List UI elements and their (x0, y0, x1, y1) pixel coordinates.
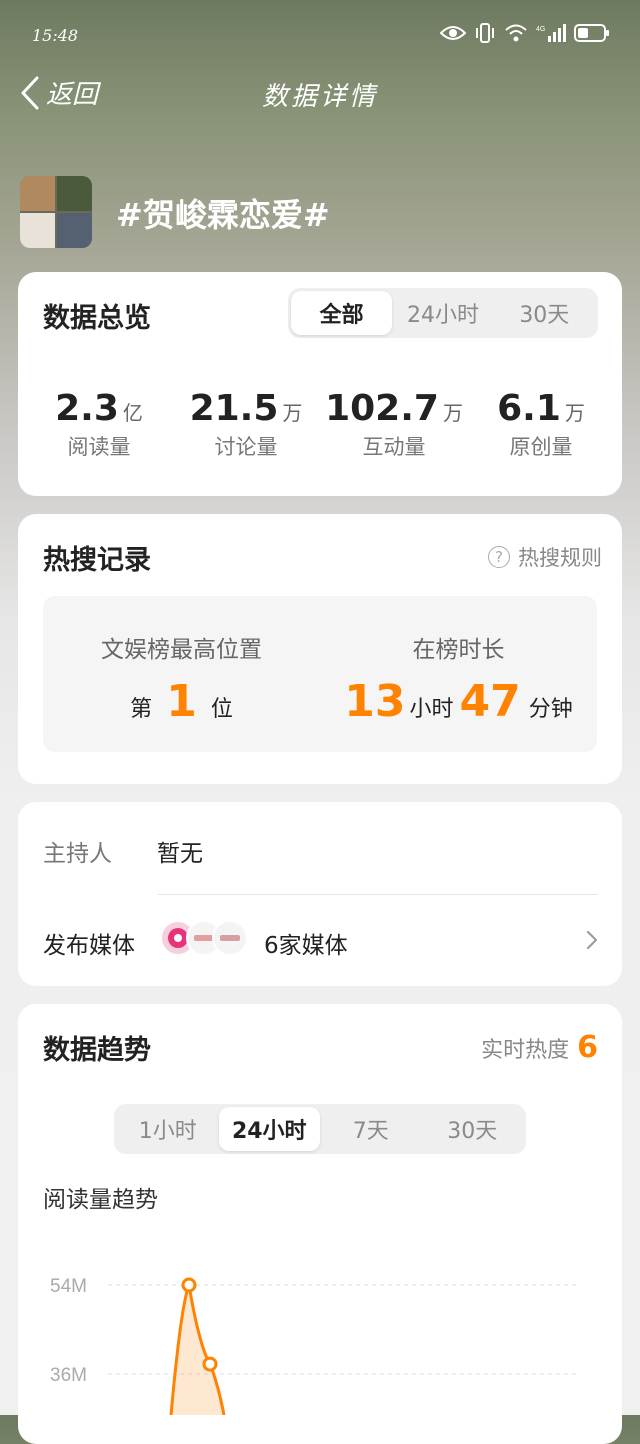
media-label: 发布媒体 (43, 933, 135, 959)
eye-icon (440, 26, 466, 40)
hot-search-summary: 文娱榜最高位置 第 1 位 在榜时长 13 小时 47 分钟 (43, 596, 597, 752)
hot-search-rules-link[interactable]: ? 热搜规则 (488, 542, 602, 572)
topic-title: #贺峻霖恋爱# (116, 196, 330, 234)
svg-text:4G: 4G (536, 26, 545, 33)
highest-position: 文娱榜最高位置 第 1 位 (43, 596, 320, 752)
duration-minutes-unit: 分钟 (528, 697, 573, 722)
stat-unit: 万 (282, 401, 303, 425)
on-list-duration: 在榜时长 13 小时 47 分钟 (320, 596, 597, 752)
duration-hours-unit: 小时 (409, 697, 454, 722)
stat-label: 讨论量 (214, 435, 278, 459)
hot-search-title: 热搜记录 (43, 545, 151, 576)
highest-label: 文娱榜最高位置 (101, 637, 262, 663)
overview-title: 数据总览 (43, 303, 151, 334)
stat-unit: 万 (442, 401, 463, 425)
stat-value: 2.3 (55, 388, 119, 429)
tab-7d[interactable]: 7天 (320, 1107, 422, 1151)
tab-24h[interactable]: 24小时 (392, 291, 493, 335)
info-card: 主持人 暂无 发布媒体 6家媒体 (18, 802, 622, 986)
overview-card: 数据总览 全部 24小时 30天 2.3 亿 阅读量 21.5 万 讨论量 102.… (18, 272, 622, 496)
host-row: 主持人 暂无 (43, 834, 203, 868)
stat-reads: 2.3 亿 阅读量 (24, 388, 174, 461)
tab-24h[interactable]: 24小时 (218, 1107, 320, 1151)
tab-all[interactable]: 全部 (291, 291, 393, 335)
stat-interactions: 102.7 万 互动量 (319, 388, 469, 461)
status-icons: 4G (440, 22, 610, 44)
media-avatar (212, 920, 248, 956)
highest-suffix: 位 (210, 697, 233, 722)
tab-30d[interactable]: 30天 (422, 1107, 524, 1151)
read-trend-chart: 54M 36M (50, 1276, 580, 1415)
stat-label: 互动量 (362, 435, 426, 459)
stat-label: 阅读量 (67, 435, 131, 459)
chevron-right-icon[interactable] (586, 930, 598, 950)
tab-30d[interactable]: 30天 (494, 291, 595, 335)
page-title: 数据详情 (261, 82, 378, 112)
realtime-value: 6 (577, 1030, 598, 1065)
help-icon: ? (488, 546, 510, 568)
overview-tabs: 全部 24小时 30天 (288, 288, 598, 338)
wifi-icon (505, 24, 527, 42)
status-time: 15:48 (32, 26, 79, 45)
duration-label: 在榜时长 (412, 637, 505, 663)
stat-unit: 亿 (122, 401, 143, 425)
duration-minutes: 47 (459, 676, 521, 727)
hot-search-card: 热搜记录 ? 热搜规则 文娱榜最高位置 第 1 位 在榜时长 13 小时 47 … (18, 514, 622, 784)
signal-icon: 4G (536, 24, 566, 42)
media-logo-icon (220, 935, 240, 941)
topic-thumbnail (20, 176, 92, 248)
y-tick-label: 36M (50, 1365, 87, 1386)
host-label: 主持人 (43, 841, 112, 867)
stat-value: 6.1 (497, 388, 561, 429)
trend-tabs: 1小时 24小时 7天 30天 (114, 1104, 526, 1154)
realtime-label: 实时热度 (481, 1038, 570, 1063)
battery-icon (574, 24, 609, 42)
highest-value: 1 (166, 676, 197, 727)
info-divider (158, 894, 598, 895)
stat-value: 102.7 (325, 388, 439, 429)
data-point[interactable] (181, 1277, 197, 1293)
stat-unit: 万 (564, 401, 585, 425)
chart-title: 阅读量趋势 (43, 1187, 158, 1213)
trend-title: 数据趋势 (43, 1035, 151, 1066)
media-count[interactable]: 6家媒体 (264, 926, 348, 960)
host-value: 暂无 (157, 841, 203, 867)
realtime-heat: 实时热度 6 (481, 1030, 598, 1065)
stat-value: 21.5 (189, 388, 279, 429)
media-avatars[interactable] (160, 920, 248, 956)
y-tick-label: 54M (50, 1276, 87, 1297)
duration-hours: 13 (344, 676, 406, 727)
highest-prefix: 第 (130, 697, 153, 722)
rules-label: 热搜规则 (518, 546, 602, 570)
stat-label: 原创量 (509, 435, 573, 459)
vibrate-icon (476, 23, 494, 43)
data-point[interactable] (202, 1356, 218, 1372)
stat-originals: 6.1 万 原创量 (466, 388, 616, 461)
stat-discussions: 21.5 万 讨论量 (171, 388, 321, 461)
tab-1h[interactable]: 1小时 (117, 1107, 219, 1151)
